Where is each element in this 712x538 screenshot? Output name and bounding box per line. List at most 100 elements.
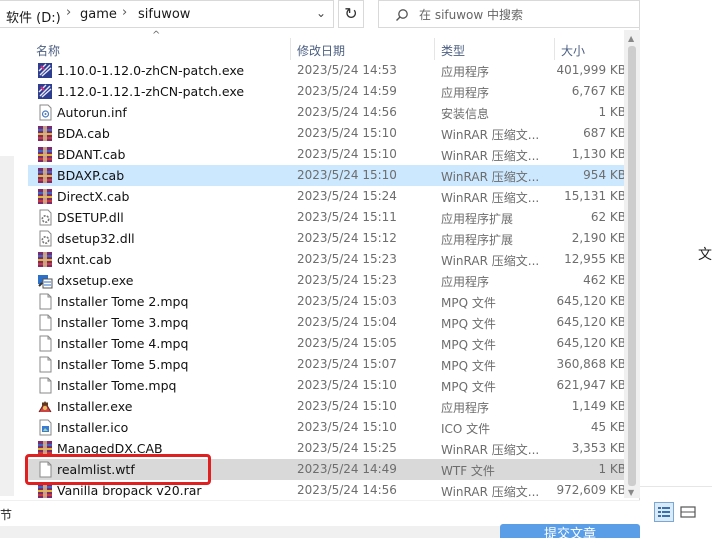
file-row[interactable]: BDA.cab 2023/5/24 15:10 WinRAR 压缩文... 687 K… [28, 123, 630, 144]
file-row[interactable]: dxnt.cab 2023/5/24 15:23 WinRAR 压缩文... 12,9… [28, 249, 630, 270]
column-name-header[interactable]: 名称 [36, 42, 60, 59]
file-row[interactable]: dsetup32.dll 2023/5/24 15:12 应用程序扩展 2,190 K… [28, 228, 630, 249]
file-name: Installer.exe [57, 399, 133, 414]
column-date-header[interactable]: 修改日期 [297, 42, 345, 59]
file-row[interactable]: BDAXP.cab 2023/5/24 15:10 WinRAR 压缩文... 954… [28, 165, 630, 186]
dxsetup-exe-icon [38, 275, 53, 289]
file-size: 1 KB [598, 462, 626, 476]
blank-file-icon [39, 335, 52, 352]
breadcrumb-separator-icon[interactable]: › [66, 5, 71, 20]
breadcrumb-separator-icon[interactable]: › [122, 5, 127, 20]
address-bar[interactable]: 软件 (D:) › game › sifuwow ⌄ [0, 0, 334, 28]
blank-file-icon [39, 356, 52, 373]
details-view-button[interactable] [654, 502, 674, 522]
breadcrumb-game[interactable]: game [80, 7, 117, 22]
status-bar [0, 500, 640, 526]
submit-article-button[interactable]: 提交文章 [500, 524, 640, 538]
scroll-up-arrow-icon[interactable]: ▲ [628, 34, 634, 43]
file-type: 应用程序 [441, 65, 490, 79]
file-name: Autorun.inf [57, 105, 127, 120]
navigation-pane-scroll[interactable] [0, 156, 14, 496]
file-name: BDA.cab [57, 126, 110, 141]
file-row[interactable]: Installer Tome 3.mpq 2023/5/24 15:04 MPQ 文… [28, 312, 630, 333]
file-row[interactable]: Installer Tome 4.mpq 2023/5/24 15:05 MPQ 文… [28, 333, 630, 354]
inf-file-icon [39, 104, 52, 121]
refresh-button[interactable]: ↻ [338, 0, 364, 28]
file-size: 645,120 KB [556, 315, 626, 329]
host-page-text: 文 [698, 247, 712, 263]
chevron-down-icon[interactable]: ⌄ [314, 6, 328, 22]
installer-exe-icon [38, 401, 52, 413]
file-row[interactable]: Installer.exe 2023/5/24 15:10 应用程序 1,149 KB [28, 396, 630, 417]
file-row[interactable]: Autorun.inf 2023/5/24 14:56 安装信息 1 KB [28, 102, 630, 123]
blank-file-icon [39, 293, 52, 310]
winrar-icon [38, 168, 52, 183]
file-row[interactable]: Installer Tome 2.mpq 2023/5/24 15:03 MPQ 文… [28, 291, 630, 312]
file-size: 401,999 KB [556, 63, 626, 77]
file-row[interactable]: Installer.ico 2023/5/24 15:10 ICO 文件 45 KB [28, 417, 630, 438]
column-size-header[interactable]: 大小 [561, 42, 585, 59]
file-modified-date: 2023/5/24 15:10 [297, 168, 397, 182]
file-type: MPQ 文件 [441, 380, 496, 394]
navigation-pane[interactable] [0, 30, 14, 500]
file-name: DSETUP.dll [57, 210, 124, 225]
file-size: 645,120 KB [556, 294, 626, 308]
file-modified-date: 2023/5/24 15:07 [297, 357, 397, 371]
column-header: 名称 修改日期 类型 大小 [28, 36, 632, 60]
file-size: 360,868 KB [556, 357, 626, 371]
file-size: 6,767 KB [571, 84, 626, 98]
file-modified-date: 2023/5/24 14:53 [297, 63, 397, 77]
search-input[interactable] [419, 5, 629, 25]
file-modified-date: 2023/5/24 14:49 [297, 462, 397, 476]
host-divider [640, 486, 712, 487]
file-row[interactable]: 1.10.0-1.12.0-zhCN-patch.exe 2023/5/24 14… [28, 60, 630, 81]
scrollbar-thumb[interactable] [628, 46, 636, 486]
file-row[interactable]: Installer Tome.mpq 2023/5/24 15:10 MPQ 文件 6… [28, 375, 630, 396]
file-type: WTF 文件 [441, 464, 495, 478]
file-row[interactable]: dxsetup.exe 2023/5/24 15:23 应用程序 462 KB [28, 270, 630, 291]
file-modified-date: 2023/5/24 15:05 [297, 336, 397, 350]
breadcrumb-drive[interactable]: 软件 (D:) [6, 7, 61, 26]
search-icon [396, 9, 408, 21]
file-type: WinRAR 压缩文... [441, 128, 540, 142]
column-divider[interactable] [554, 38, 555, 60]
file-name: dsetup32.dll [57, 231, 135, 246]
file-name: Installer Tome 5.mpq [57, 357, 189, 372]
vertical-scrollbar[interactable]: ▲ ▼ [624, 30, 640, 498]
ico-file-icon [39, 419, 52, 436]
dll-file-icon [39, 230, 52, 247]
column-divider[interactable] [434, 38, 435, 60]
file-modified-date: 2023/5/24 14:56 [297, 483, 397, 497]
scroll-down-arrow-icon[interactable]: ▼ [628, 488, 634, 497]
file-row[interactable]: 1.12.0-1.12.1-zhCN-patch.exe 2023/5/24 14… [28, 81, 630, 102]
column-type-header[interactable]: 类型 [441, 42, 465, 59]
search-box[interactable] [378, 0, 640, 28]
file-type: 应用程序 [441, 86, 490, 100]
large-icons-view-button[interactable] [678, 502, 698, 522]
winrar-icon [38, 189, 52, 204]
file-size: 462 KB [583, 273, 626, 287]
file-row[interactable]: DSETUP.dll 2023/5/24 15:11 应用程序扩展 62 KB [28, 207, 630, 228]
file-modified-date: 2023/5/24 15:10 [297, 420, 397, 434]
file-row[interactable]: BDANT.cab 2023/5/24 15:10 WinRAR 压缩文... 1,1… [28, 144, 630, 165]
file-modified-date: 2023/5/24 15:24 [297, 189, 397, 203]
column-divider[interactable] [290, 38, 291, 60]
file-list: 1.10.0-1.12.0-zhCN-patch.exe 2023/5/24 14… [28, 60, 632, 500]
blank-file-icon [39, 377, 52, 394]
file-type: MPQ 文件 [441, 296, 496, 310]
file-type: 安装信息 [441, 107, 490, 121]
winrar-icon [38, 126, 52, 141]
file-type: 应用程序 [441, 401, 490, 415]
file-modified-date: 2023/5/24 15:25 [297, 441, 397, 455]
file-size: 687 KB [583, 126, 626, 140]
file-type: WinRAR 压缩文... [441, 254, 540, 268]
file-size: 45 KB [590, 420, 626, 434]
file-size: 1,149 KB [571, 399, 626, 413]
file-row[interactable]: Installer Tome 5.mpq 2023/5/24 15:07 MPQ 文… [28, 354, 630, 375]
file-row[interactable]: DirectX.cab 2023/5/24 15:24 WinRAR 压缩文... 1… [28, 186, 630, 207]
file-size: 62 KB [590, 210, 626, 224]
file-size: 2,190 KB [571, 231, 626, 245]
breadcrumb-sifuwow[interactable]: sifuwow [138, 7, 190, 22]
file-name: BDAXP.cab [57, 168, 125, 183]
sort-ascending-icon: ^ [152, 30, 161, 41]
